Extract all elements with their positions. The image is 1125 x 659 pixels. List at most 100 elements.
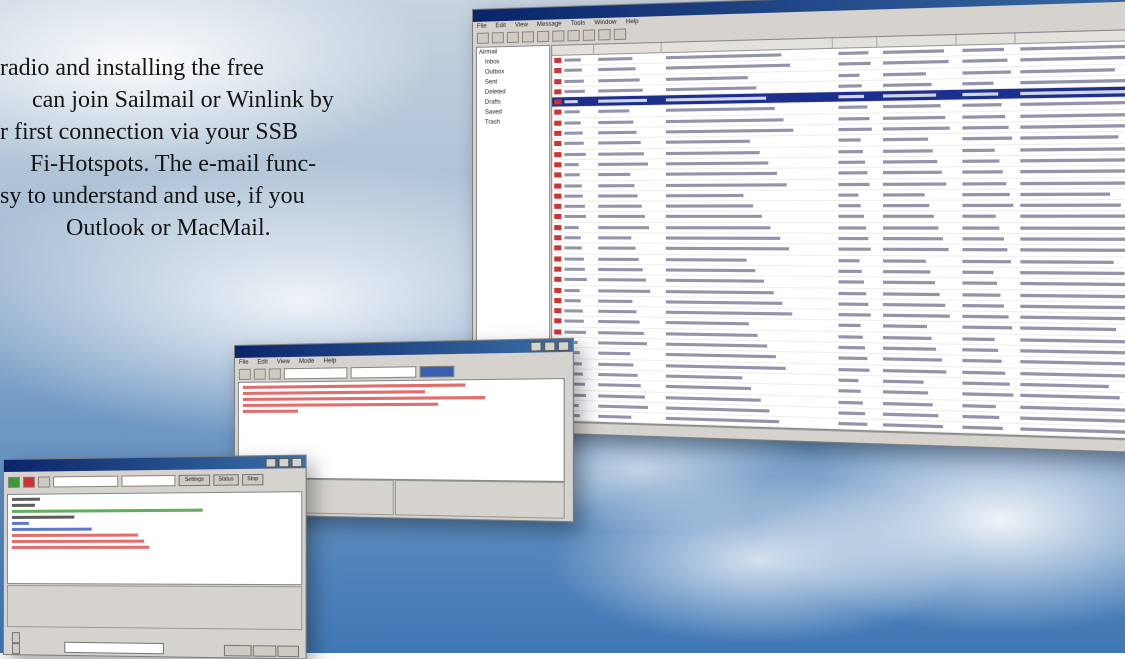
rx-status-pane	[394, 479, 565, 519]
window-controls[interactable]	[530, 341, 570, 352]
menu-item[interactable]: View	[515, 20, 528, 30]
connect-icon[interactable]	[552, 30, 565, 42]
message-status-icon	[554, 266, 562, 272]
column-header[interactable]	[552, 44, 594, 55]
auto-check-checkbox[interactable]	[11, 632, 20, 644]
start-button[interactable]	[223, 644, 252, 657]
message-cell	[598, 67, 636, 72]
message-status-icon	[554, 183, 562, 189]
maximize-icon[interactable]	[544, 341, 556, 352]
intro-line: r first connection via your SSB	[0, 119, 298, 145]
message-cell	[1020, 382, 1109, 389]
reply-icon[interactable]	[491, 32, 504, 44]
message-cell	[665, 406, 770, 413]
send-receive-icon[interactable]	[567, 29, 580, 42]
cancel-button[interactable]	[252, 645, 277, 657]
abort-icon[interactable]	[268, 368, 281, 380]
frequency-select[interactable]	[419, 365, 455, 378]
connect-icon[interactable]	[238, 368, 251, 380]
menu-item[interactable]: File	[477, 22, 487, 32]
ssb-status-info	[6, 585, 303, 631]
message-cell	[665, 289, 774, 294]
message-row[interactable]	[552, 200, 1125, 213]
print-icon[interactable]	[537, 30, 550, 43]
output-line	[11, 539, 144, 543]
message-cell	[665, 75, 748, 81]
message-cell	[564, 68, 583, 73]
help-button[interactable]	[277, 645, 300, 658]
stop-icon[interactable]	[22, 476, 35, 488]
message-cell	[564, 278, 587, 282]
message-cell	[838, 105, 867, 110]
folder-item[interactable]: Trash	[477, 117, 549, 128]
message-status-icon	[554, 203, 562, 210]
message-cell	[838, 236, 869, 241]
menu-item[interactable]: Mode	[299, 357, 314, 367]
message-cell	[564, 267, 586, 271]
address-book-icon[interactable]	[582, 29, 596, 41]
menu-item[interactable]: Edit	[257, 357, 267, 367]
schedule-select[interactable]	[64, 641, 164, 655]
menu-item[interactable]: Help	[626, 17, 639, 28]
terminal-line	[242, 402, 439, 407]
message-status-icon	[554, 224, 562, 230]
message-cell	[665, 161, 769, 166]
message-status-icon	[554, 245, 562, 251]
message-cell	[1020, 169, 1125, 174]
menu-item[interactable]: View	[277, 357, 290, 367]
menu-item[interactable]: Message	[537, 19, 562, 30]
message-cell	[598, 173, 631, 177]
column-header[interactable]	[877, 34, 958, 47]
column-header[interactable]	[832, 37, 878, 48]
stop-button[interactable]: Stop	[242, 473, 264, 486]
message-cell	[1020, 112, 1125, 118]
modem-icon[interactable]	[37, 475, 51, 488]
new-message-icon[interactable]	[476, 32, 489, 44]
status-button[interactable]: Status	[213, 473, 239, 486]
message-cell	[838, 378, 859, 383]
message-status-icon	[554, 329, 562, 335]
window-controls[interactable]	[265, 457, 303, 468]
disconnect-icon[interactable]	[253, 368, 266, 380]
frequency-select[interactable]	[121, 474, 176, 487]
output-line	[11, 503, 35, 507]
menu-item[interactable]: Tools	[571, 19, 585, 30]
message-cell	[564, 298, 581, 303]
station-select[interactable]	[283, 367, 348, 380]
close-icon[interactable]	[557, 341, 570, 352]
message-cell	[838, 313, 872, 317]
station-select[interactable]	[53, 475, 119, 487]
message-cell	[564, 246, 582, 250]
column-header[interactable]	[593, 42, 662, 54]
message-cell	[882, 204, 930, 208]
menu-item[interactable]: File	[239, 358, 249, 368]
message-cell	[882, 412, 938, 418]
message-row[interactable]	[552, 211, 1125, 224]
message-cell	[882, 335, 932, 340]
menu-item[interactable]: Edit	[496, 21, 506, 31]
delete-icon[interactable]	[521, 31, 534, 43]
menu-item[interactable]: Help	[324, 356, 337, 366]
message-cell	[838, 345, 865, 350]
find-icon[interactable]	[598, 28, 611, 41]
message-cell	[882, 126, 951, 131]
message-cell	[962, 237, 1004, 241]
message-cell	[665, 310, 792, 316]
connect-icon[interactable]	[7, 476, 20, 488]
settings-button[interactable]: Settings	[178, 473, 211, 486]
message-cell	[882, 258, 926, 263]
mode-select[interactable]	[350, 366, 417, 379]
message-cell	[598, 236, 632, 240]
column-header[interactable]	[957, 33, 1016, 45]
message-cell	[838, 171, 868, 175]
settings-icon[interactable]	[613, 28, 627, 41]
minimize-icon[interactable]	[530, 341, 542, 352]
menu-item[interactable]: Window	[594, 18, 616, 29]
maximize-icon[interactable]	[278, 457, 290, 468]
message-status-icon	[554, 120, 562, 126]
forward-icon[interactable]	[506, 31, 519, 44]
message-cell	[962, 69, 1012, 75]
minimize-icon[interactable]	[265, 458, 277, 468]
close-icon[interactable]	[291, 457, 303, 468]
message-cell	[598, 351, 630, 356]
